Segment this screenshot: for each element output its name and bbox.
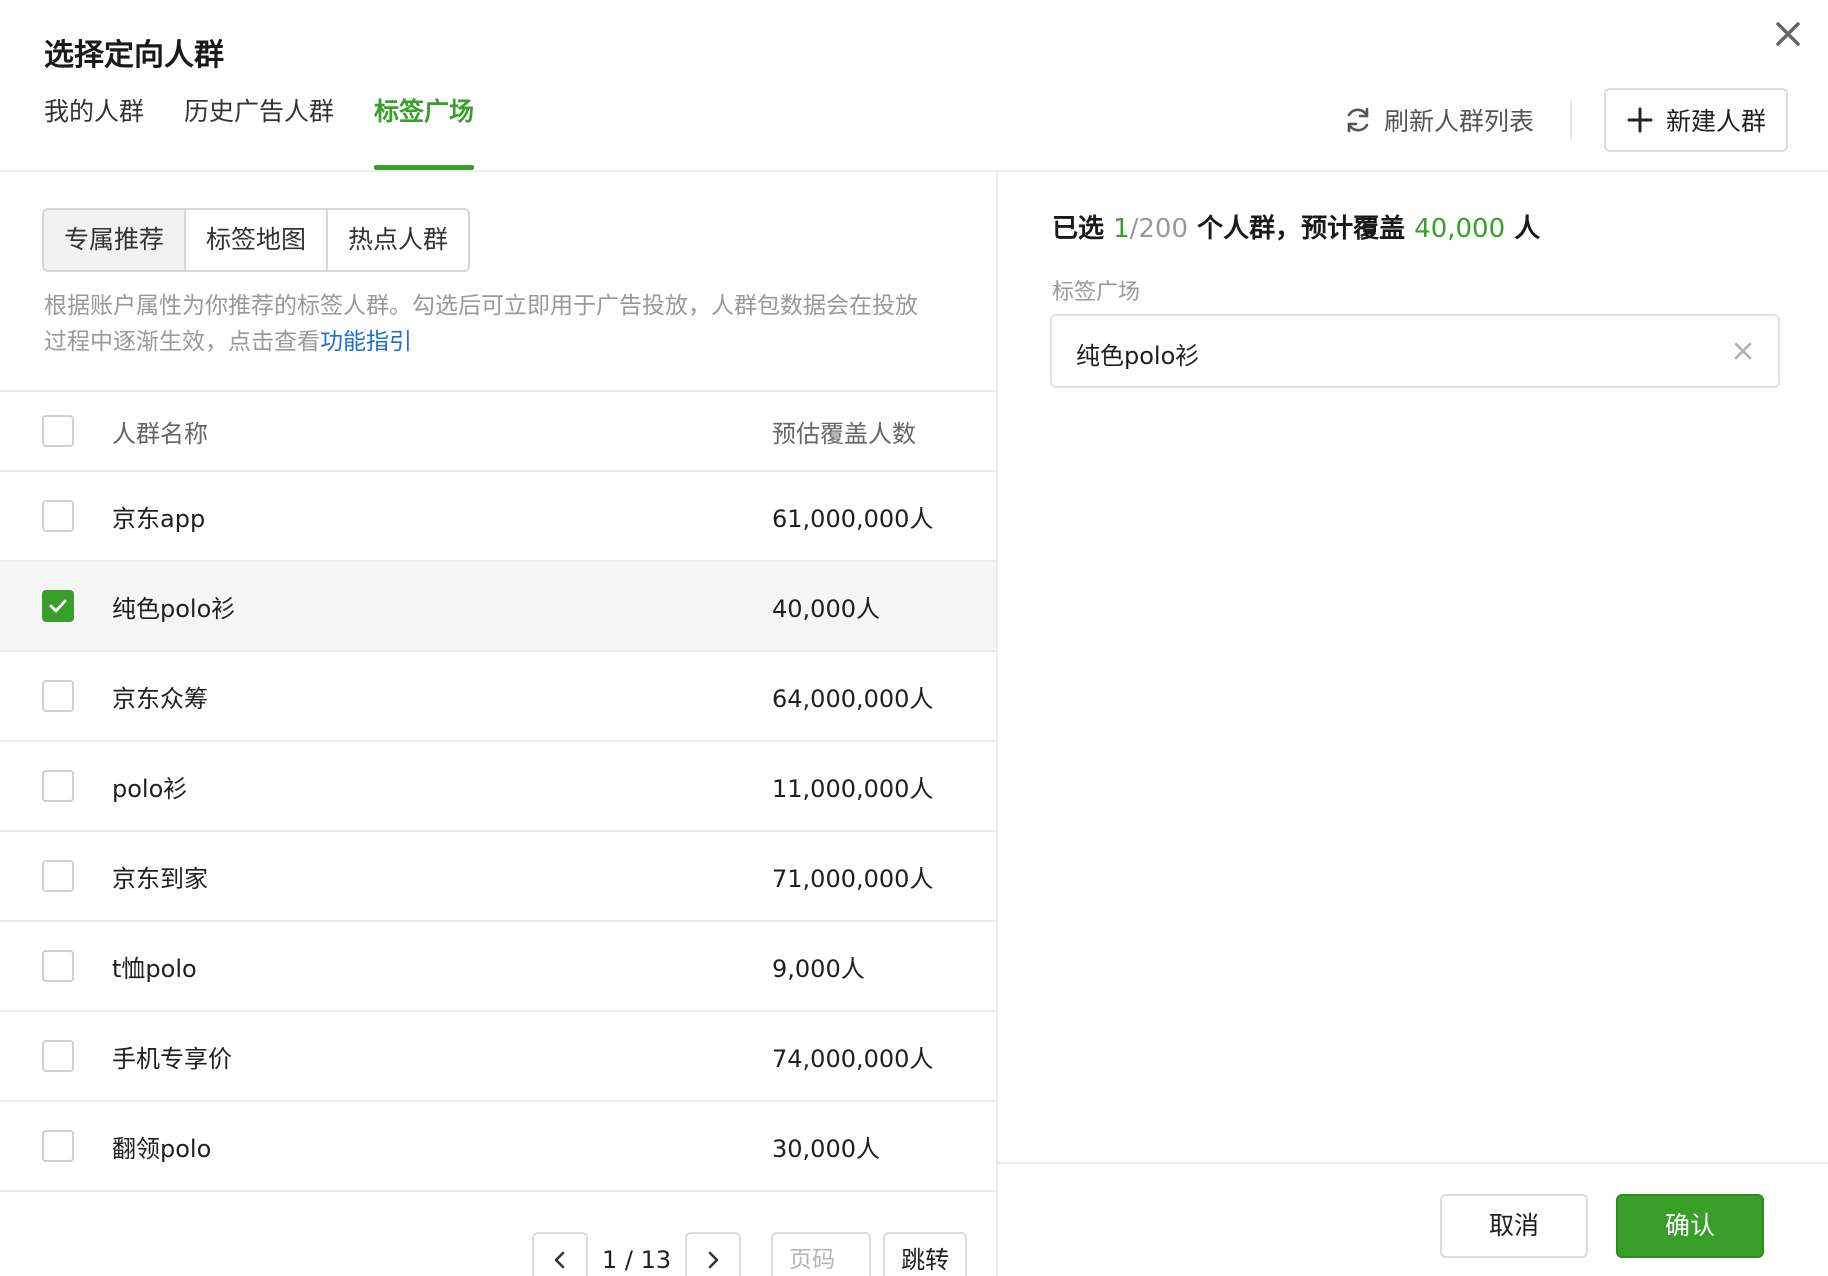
audience-name: 京东到家 bbox=[112, 864, 208, 893]
pagination: 1 / 13 跳转 bbox=[532, 1232, 968, 1276]
row-checkbox[interactable] bbox=[42, 590, 74, 622]
tab-bar: 我的人群 历史广告人群 标签广场 bbox=[44, 92, 514, 170]
refresh-icon bbox=[1347, 107, 1369, 133]
tab-my-audiences[interactable]: 我的人群 bbox=[44, 92, 144, 170]
selection-summary: 已选 1/200 个人群，预计覆盖 40,000 人 bbox=[1052, 208, 1540, 245]
segment-control: 专属推荐 标签地图 热点人群 bbox=[42, 208, 471, 272]
description: 根据账户属性为你推荐的标签人群。勾选后可立即用于广告投放，人群包数据会在投放过程… bbox=[44, 288, 924, 360]
audience-count: 30,000人 bbox=[772, 1134, 880, 1163]
confirm-button[interactable]: 确认 bbox=[1616, 1194, 1764, 1258]
table-row[interactable]: 纯色polo衫 40,000人 bbox=[0, 560, 996, 650]
audience-count: 40,000人 bbox=[772, 594, 880, 623]
chevron-right-icon bbox=[708, 1251, 719, 1269]
row-checkbox[interactable] bbox=[42, 950, 74, 982]
description-text: 根据账户属性为你推荐的标签人群。勾选后可立即用于广告投放，人群包数据会在投放过程… bbox=[44, 293, 918, 355]
row-checkbox[interactable] bbox=[42, 500, 74, 532]
summary-suffix: 人 bbox=[1514, 214, 1541, 244]
header-name: 人群名称 bbox=[112, 419, 208, 448]
right-panel: 已选 1/200 个人群，预计覆盖 40,000 人 标签广场 纯色polo衫 … bbox=[998, 172, 1828, 1276]
table-row[interactable]: 京东app 61,000,000人 bbox=[0, 470, 996, 560]
prev-page-button[interactable] bbox=[532, 1232, 588, 1276]
audience-name: 纯色polo衫 bbox=[112, 594, 236, 623]
refresh-label: 刷新人群列表 bbox=[1383, 107, 1534, 136]
summary-prefix: 已选 bbox=[1052, 214, 1105, 244]
row-checkbox[interactable] bbox=[42, 770, 74, 802]
audience-count: 74,000,000人 bbox=[772, 1044, 934, 1073]
audience-table: 人群名称 预估覆盖人数 京东app 61,000,000人纯色polo衫 40,00… bbox=[0, 390, 996, 1192]
selected-group-label: 标签广场 bbox=[1052, 280, 1141, 305]
segment-exclusive-recommend[interactable]: 专属推荐 bbox=[44, 210, 187, 270]
tab-tag-square[interactable]: 标签广场 bbox=[374, 92, 475, 170]
audience-name: t恤polo bbox=[112, 954, 197, 983]
row-checkbox[interactable] bbox=[42, 860, 74, 892]
audience-count: 9,000人 bbox=[772, 954, 865, 983]
audience-count: 64,000,000人 bbox=[772, 684, 934, 713]
jump-button[interactable]: 跳转 bbox=[883, 1232, 968, 1276]
dialog-title: 选择定向人群 bbox=[44, 38, 224, 73]
audience-count: 61,000,000人 bbox=[772, 504, 934, 533]
audience-name: 手机专享价 bbox=[112, 1044, 232, 1073]
row-checkbox[interactable] bbox=[42, 1130, 74, 1162]
remove-selected-icon[interactable] bbox=[1728, 336, 1758, 366]
row-checkbox[interactable] bbox=[42, 680, 74, 712]
page-indicator: 1 / 13 bbox=[602, 1246, 672, 1274]
table-row[interactable]: 手机专享价 74,000,000人 bbox=[0, 1010, 996, 1100]
cancel-button[interactable]: 取消 bbox=[1440, 1194, 1588, 1258]
coverage-count: 40,000 bbox=[1414, 214, 1506, 244]
header-actions: 刷新人群列表 新建人群 bbox=[1342, 88, 1788, 152]
table-row[interactable]: t恤polo 9,000人 bbox=[0, 920, 996, 1010]
close-icon[interactable] bbox=[1768, 14, 1808, 54]
table-row[interactable]: 京东到家 71,000,000人 bbox=[0, 830, 996, 920]
selected-audience-chip: 纯色polo衫 bbox=[1050, 314, 1780, 388]
segment-hot-audiences[interactable]: 热点人群 bbox=[328, 210, 469, 270]
plus-icon bbox=[1627, 107, 1653, 133]
audience-count: 71,000,000人 bbox=[772, 864, 934, 893]
tab-history-ad-audiences[interactable]: 历史广告人群 bbox=[184, 92, 334, 170]
new-audience-label: 新建人群 bbox=[1665, 107, 1766, 136]
audience-name: 京东众筹 bbox=[112, 684, 208, 713]
footer-divider bbox=[998, 1162, 1828, 1164]
table-header: 人群名称 预估覆盖人数 bbox=[0, 390, 996, 470]
check-icon bbox=[49, 599, 67, 613]
new-audience-button[interactable]: 新建人群 bbox=[1603, 88, 1788, 152]
left-panel: 专属推荐 标签地图 热点人群 根据账户属性为你推荐的标签人群。勾选后可立即用于广… bbox=[0, 172, 996, 1276]
row-checkbox[interactable] bbox=[42, 1040, 74, 1072]
table-end-line bbox=[0, 1190, 996, 1192]
audience-name: polo衫 bbox=[112, 774, 188, 803]
selected-audience-name: 纯色polo衫 bbox=[1076, 342, 1200, 370]
header-divider bbox=[1569, 100, 1572, 140]
header-count: 预估覆盖人数 bbox=[772, 419, 916, 448]
table-row[interactable]: polo衫 11,000,000人 bbox=[0, 740, 996, 830]
table-row[interactable]: 京东众筹 64,000,000人 bbox=[0, 650, 996, 740]
page-number-input[interactable] bbox=[771, 1232, 872, 1276]
summary-middle: 个人群，预计覆盖 bbox=[1197, 214, 1406, 244]
feature-guide-link[interactable]: 功能指引 bbox=[320, 329, 412, 355]
next-page-button[interactable] bbox=[685, 1232, 742, 1276]
audience-count: 11,000,000人 bbox=[772, 774, 934, 803]
select-all-checkbox[interactable] bbox=[42, 415, 74, 447]
audience-name: 京东app bbox=[112, 504, 206, 533]
segment-tag-map[interactable]: 标签地图 bbox=[186, 210, 329, 270]
table-row[interactable]: 翻领polo 30,000人 bbox=[0, 1100, 996, 1190]
selected-count: 1 bbox=[1113, 214, 1130, 244]
chevron-left-icon bbox=[554, 1251, 565, 1269]
audience-name: 翻领polo bbox=[112, 1134, 212, 1163]
selection-limit: /200 bbox=[1129, 214, 1189, 244]
refresh-button[interactable]: 刷新人群列表 bbox=[1342, 102, 1570, 138]
